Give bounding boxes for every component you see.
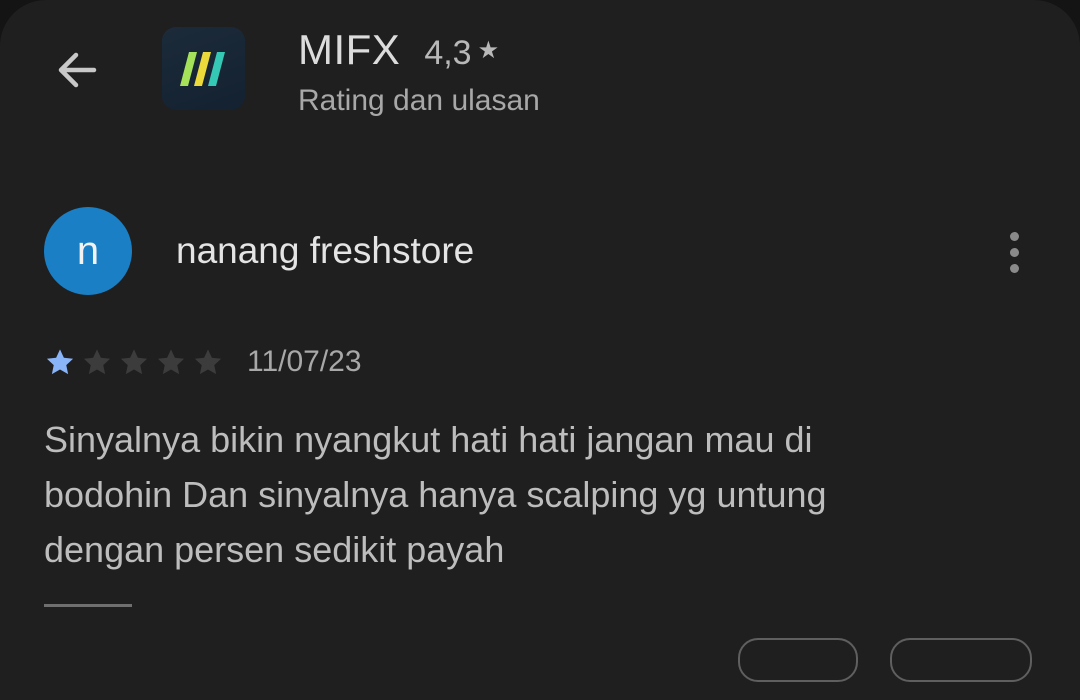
helpful-yes-button[interactable] [738, 638, 858, 682]
helpful-no-button[interactable] [890, 638, 1032, 682]
star-icon-2 [83, 349, 111, 375]
app-rating: 4,3 [424, 34, 472, 72]
star-icon-5 [194, 349, 222, 375]
mifx-logo-icon [179, 51, 225, 86]
more-vert-icon [1009, 231, 1019, 241]
app-icon[interactable] [162, 27, 245, 110]
review-date: 11/07/23 [247, 345, 362, 378]
avatar: n [44, 207, 132, 295]
star-icon-1 [46, 349, 74, 375]
star-icon-4 [157, 349, 185, 375]
star-icon-3 [120, 349, 148, 375]
more-vert-icon-dot [1009, 247, 1019, 257]
more-vert-icon-dot [1009, 263, 1019, 273]
app-screen: MIFX 4,3 ★ Rating dan ulasan n nanang fr… [0, 0, 1080, 700]
arrow-back-icon [58, 52, 97, 88]
review-text: Sinyalnya bikin nyangkut hati hati janga… [44, 419, 827, 570]
page-subtitle: Rating dan ulasan [298, 84, 540, 117]
divider [44, 604, 132, 607]
app-name: MIFX [298, 26, 401, 73]
reviewer-name: nanang freshstore [176, 230, 475, 271]
back-button[interactable] [44, 40, 108, 100]
rating-star-icon: ★ [477, 37, 500, 64]
star-rating: 11/07/23 [44, 345, 362, 379]
more-options-button[interactable] [990, 222, 1038, 282]
app-title: MIFX 4,3 ★ [298, 26, 499, 74]
